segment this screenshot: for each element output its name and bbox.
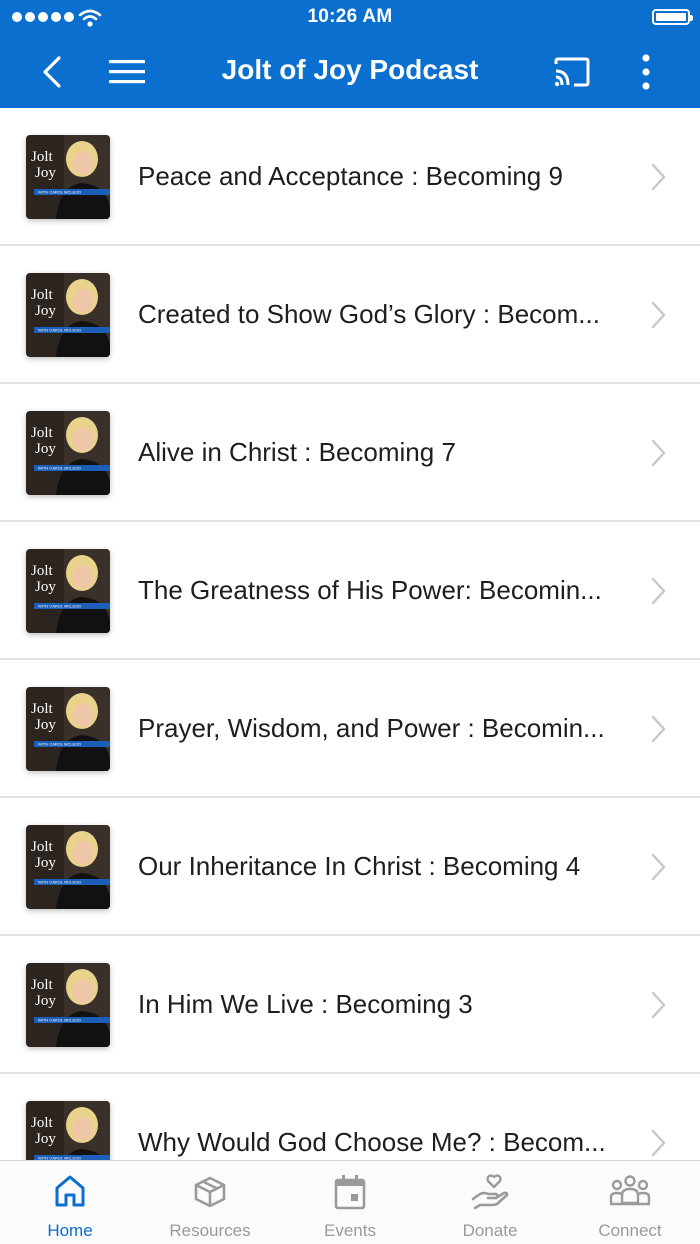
episode-row[interactable]: Jolt Joy WITH CAROL MCLEOD Prayer, Wisdo… [0,660,700,798]
thumbnail-text-joy: Joy [35,579,56,595]
episode-row[interactable]: Jolt Joy WITH CAROL MCLEOD Created to Sh… [0,246,700,384]
thumbnail-text-joy: Joy [35,303,56,319]
cast-button[interactable] [550,50,594,94]
thumbnail-text-joy: Joy [35,717,56,733]
thumbnail-text-tag: WITH CAROL MCLEOD [38,880,81,885]
episode-title: Peace and Acceptance : Becoming 9 [138,161,563,191]
calendar-icon [334,1175,366,1210]
thumbnail-text-jolt: Jolt [31,149,54,165]
page-title: Jolt of Joy Podcast [221,54,479,85]
battery-icon [652,9,693,25]
tab-bar: Home Resources Events Donate Connect [0,1160,700,1244]
episode-title: Prayer, Wisdom, and Power : Becomin... [138,713,605,743]
podcast-thumbnail: Jolt Joy WITH CAROL MCLEOD [26,135,110,219]
tab-connect[interactable]: Connect [560,1161,700,1244]
chevron-right-icon [651,991,666,1019]
episode-row[interactable]: Jolt Joy WITH CAROL MCLEOD Alive in Chri… [0,384,700,522]
podcast-thumbnail: Jolt Joy WITH CAROL MCLEOD [26,273,110,357]
episode-title: Our Inheritance In Christ : Becoming 4 [138,851,581,881]
episode-title: Created to Show God’s Glory : Becom... [138,299,600,329]
chevron-right-icon [651,439,666,467]
podcast-thumbnail: Jolt Joy WITH CAROL MCLEOD [26,963,110,1047]
tab-label: Donate [462,1221,518,1240]
box-icon [194,1176,226,1208]
thumbnail-text-joy: Joy [35,1131,56,1147]
tab-label: Connect [598,1221,662,1240]
thumbnail-text-tag: WITH CAROL MCLEOD [38,604,81,609]
podcast-thumbnail: Jolt Joy WITH CAROL MCLEOD [26,549,110,633]
podcast-thumbnail: Jolt Joy WITH CAROL MCLEOD [26,687,110,771]
people-icon [609,1175,651,1206]
thumbnail-text-jolt: Jolt [31,425,54,441]
episode-list: Jolt Joy WITH CAROL MCLEOD Peace and Acc… [0,108,700,1160]
podcast-thumbnail: Jolt Joy WITH CAROL MCLEOD [26,1101,110,1160]
thumbnail-text-tag: WITH CAROL MCLEOD [38,1018,81,1023]
episode-title: Alive in Christ : Becoming 7 [138,437,456,467]
thumbnail-text-joy: Joy [35,855,56,871]
episode-row[interactable]: Jolt Joy WITH CAROL MCLEOD In Him We Liv… [0,936,700,1074]
tab-home[interactable]: Home [0,1161,140,1244]
episode-title: The Greatness of His Power: Becomin... [138,575,602,605]
podcast-thumbnail: Jolt Joy WITH CAROL MCLEOD [26,825,110,909]
episode-row[interactable]: Jolt Joy WITH CAROL MCLEOD The Greatness… [0,522,700,660]
top-bar: 10:26 AM Jolt of Joy Podcast [0,0,700,108]
tab-events[interactable]: Events [280,1161,420,1244]
podcast-thumbnail: Jolt Joy WITH CAROL MCLEOD [26,411,110,495]
chevron-right-icon [651,163,666,191]
cast-icon [554,57,590,87]
thumbnail-text-jolt: Jolt [31,563,54,579]
thumbnail-text-jolt: Jolt [31,701,54,717]
status-time: 10:26 AM [307,6,393,27]
tab-resources[interactable]: Resources [140,1161,280,1244]
tab-label: Events [324,1221,376,1240]
chevron-right-icon [651,301,666,329]
thumbnail-text-tag: WITH CAROL MCLEOD [38,190,81,195]
thumbnail-text-jolt: Jolt [31,287,54,303]
chevron-right-icon [651,715,666,743]
more-vertical-icon [642,54,650,90]
chevron-right-icon [651,853,666,881]
more-options-button[interactable] [624,50,668,94]
episode-row[interactable]: Jolt Joy WITH CAROL MCLEOD Our Inheritan… [0,798,700,936]
status-bar: 10:26 AM [0,0,700,36]
chevron-right-icon [651,1129,666,1157]
thumbnail-text-tag: WITH CAROL MCLEOD [38,466,81,471]
tab-label: Home [47,1221,93,1240]
tab-donate[interactable]: Donate [420,1161,560,1244]
episode-title: Why Would God Choose Me? : Becom... [138,1127,606,1157]
navigation-bar: Jolt of Joy Podcast [0,36,700,108]
thumbnail-text-joy: Joy [35,441,56,457]
thumbnail-text-tag: WITH CAROL MCLEOD [38,742,81,747]
tab-label: Resources [169,1221,251,1240]
thumbnail-text-joy: Joy [35,165,56,181]
thumbnail-text-jolt: Jolt [31,1115,54,1131]
episode-row[interactable]: Jolt Joy WITH CAROL MCLEOD Why Would God… [0,1074,700,1160]
thumbnail-text-tag: WITH CAROL MCLEOD [38,328,81,333]
home-icon [55,1175,85,1207]
thumbnail-text-jolt: Jolt [31,977,54,993]
thumbnail-text-joy: Joy [35,993,56,1009]
episode-row[interactable]: Jolt Joy WITH CAROL MCLEOD Peace and Acc… [0,108,700,246]
hand-heart-icon [471,1174,509,1210]
episode-title: In Him We Live : Becoming 3 [138,989,473,1019]
thumbnail-text-jolt: Jolt [31,839,54,855]
chevron-right-icon [651,577,666,605]
